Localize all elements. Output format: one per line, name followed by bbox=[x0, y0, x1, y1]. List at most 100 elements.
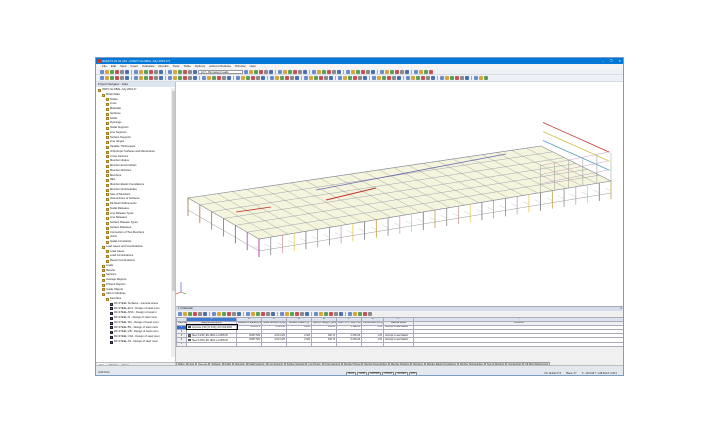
toolbar-icon-button[interactable] bbox=[327, 69, 331, 74]
toolbar-icon-button[interactable] bbox=[115, 76, 119, 80]
toolbar-icon-button[interactable] bbox=[382, 76, 386, 80]
toolbar-icon-button[interactable] bbox=[168, 69, 172, 74]
toolbar-icon-button[interactable] bbox=[173, 76, 177, 80]
toolbar-icon-button[interactable] bbox=[290, 76, 294, 80]
toolbar-icon-button[interactable] bbox=[317, 69, 321, 74]
status-toggle-snap[interactable]: SNAP bbox=[346, 371, 357, 375]
toolbar-icon-button[interactable] bbox=[380, 69, 384, 74]
toolbar-icon-button[interactable] bbox=[144, 76, 148, 80]
toolbar-icon-button[interactable] bbox=[314, 312, 318, 316]
toolbar-icon-button[interactable] bbox=[366, 69, 370, 74]
toolbar-icon-button[interactable] bbox=[387, 76, 391, 80]
cell-w[interactable] bbox=[311, 341, 337, 347]
toolbar-icon-button[interactable] bbox=[236, 76, 240, 80]
toolbar-icon-button[interactable] bbox=[303, 69, 307, 74]
toolbar-icon-button[interactable] bbox=[283, 69, 287, 74]
toolbar-icon-button[interactable] bbox=[154, 76, 158, 80]
toolbar-icon-button[interactable] bbox=[348, 76, 352, 80]
cell-comment[interactable] bbox=[413, 341, 623, 347]
status-toggle-dxf[interactable]: DXF bbox=[408, 371, 418, 375]
toolbar-icon-button[interactable] bbox=[198, 312, 202, 316]
toolbar-icon-button[interactable] bbox=[371, 69, 375, 74]
toolbar-icon-button[interactable] bbox=[400, 69, 404, 74]
toolbar-icon-button[interactable] bbox=[280, 312, 284, 316]
toolbar-icon-button[interactable] bbox=[304, 76, 308, 80]
toolbar-icon-button[interactable] bbox=[445, 76, 449, 80]
toolbar-icon-button[interactable] bbox=[351, 69, 355, 74]
row-number[interactable]: 5 bbox=[176, 341, 187, 347]
cell-alpha[interactable] bbox=[336, 341, 362, 347]
toolbar-icon-button[interactable] bbox=[414, 69, 418, 74]
toolbar-icon-button[interactable] bbox=[266, 312, 270, 316]
toolbar-icon-button[interactable] bbox=[232, 312, 236, 316]
toolbar-icon-button[interactable] bbox=[222, 312, 226, 316]
toolbar-icon-button[interactable] bbox=[188, 312, 192, 316]
toolbar-icon-button[interactable] bbox=[275, 76, 279, 80]
toolbar-icon-button[interactable] bbox=[227, 312, 231, 316]
toolbar-icon-button[interactable] bbox=[390, 69, 394, 74]
toolbar-icon-button[interactable] bbox=[295, 312, 299, 316]
toolbar-icon-button[interactable] bbox=[372, 76, 376, 80]
toolbar-icon-button[interactable] bbox=[358, 76, 362, 80]
toolbar-icon-button[interactable] bbox=[246, 312, 250, 316]
toolbar-icon-button[interactable] bbox=[358, 312, 362, 316]
toolbar-icon-button[interactable] bbox=[353, 312, 357, 316]
toolbar-icon-button[interactable] bbox=[312, 69, 316, 74]
tree-item[interactable]: RF-STEEL AS - Design of steel mem bbox=[96, 340, 171, 345]
toolbar-icon-button[interactable] bbox=[285, 76, 289, 80]
toolbar-icon-button[interactable] bbox=[419, 69, 423, 74]
toolbar-icon-button[interactable] bbox=[259, 69, 263, 74]
cell-E[interactable] bbox=[236, 341, 262, 347]
toolbar-icon-button[interactable] bbox=[115, 69, 119, 74]
toolbar-icon-button[interactable] bbox=[173, 69, 177, 74]
toolbar-icon-button[interactable] bbox=[251, 312, 255, 316]
toolbar-icon-button[interactable] bbox=[424, 69, 428, 74]
toolbar-icon-button[interactable] bbox=[460, 76, 464, 80]
toolbar-icon-button[interactable] bbox=[429, 69, 433, 74]
toolbar-icon-button[interactable] bbox=[207, 76, 211, 80]
toolbar-icon-button[interactable] bbox=[421, 76, 425, 80]
toolbar-icon-button[interactable] bbox=[324, 312, 328, 316]
toolbar-icon-button[interactable] bbox=[120, 76, 124, 80]
toolbar-icon-button[interactable] bbox=[139, 76, 143, 80]
toolbar-icon-button[interactable] bbox=[309, 76, 313, 80]
toolbar-icon-button[interactable] bbox=[193, 69, 197, 74]
toolbar-icon-button[interactable] bbox=[322, 69, 326, 74]
toolbar-icon-button[interactable] bbox=[431, 76, 435, 80]
toolbar-icon-button[interactable] bbox=[329, 312, 333, 316]
toolbar-icon-button[interactable] bbox=[324, 76, 328, 80]
toolbar-icon-button[interactable] bbox=[295, 76, 299, 80]
toolbar-icon-button[interactable] bbox=[484, 76, 488, 80]
toolbar-icon-button[interactable] bbox=[411, 76, 415, 80]
toolbar-icon-button[interactable] bbox=[405, 69, 409, 74]
toolbar-icon-button[interactable] bbox=[100, 76, 104, 80]
toolbar-icon-button[interactable] bbox=[188, 69, 192, 74]
toolbar-icon-button[interactable] bbox=[193, 312, 197, 316]
toolbar-icon-button[interactable] bbox=[450, 76, 454, 80]
toolbar-icon-button[interactable] bbox=[105, 69, 109, 74]
toolbar-icon-button[interactable] bbox=[202, 76, 206, 80]
toolbar-icon-button[interactable] bbox=[353, 76, 357, 80]
table-close-button[interactable]: ✕ bbox=[620, 307, 622, 311]
toolbar-icon-button[interactable] bbox=[168, 76, 172, 80]
toolbar-icon-button[interactable] bbox=[319, 312, 323, 316]
toolbar-icon-button[interactable] bbox=[178, 312, 182, 316]
toolbar-icon-button[interactable] bbox=[395, 69, 399, 74]
toolbar-icon-button[interactable] bbox=[125, 69, 129, 74]
toolbar-icon-button[interactable] bbox=[288, 69, 292, 74]
toolbar-icon-button[interactable] bbox=[256, 312, 260, 316]
toolbar-icon-button[interactable] bbox=[246, 76, 250, 80]
cell-nu[interactable] bbox=[286, 341, 312, 347]
cell-desc[interactable] bbox=[186, 341, 237, 347]
toolbar-icon-button[interactable] bbox=[183, 312, 187, 316]
toolbar-icon-button[interactable] bbox=[212, 76, 216, 80]
toolbar-icon-button[interactable] bbox=[261, 312, 265, 316]
toolbar-icon-button[interactable] bbox=[134, 69, 138, 74]
toolbar-icon-button[interactable] bbox=[334, 312, 338, 316]
toolbar-icon-button[interactable] bbox=[183, 76, 187, 80]
toolbar-icon-button[interactable] bbox=[426, 76, 430, 80]
toolbar-icon-button[interactable] bbox=[314, 76, 318, 80]
toolbar-icon-button[interactable] bbox=[203, 312, 207, 316]
toolbar-icon-button[interactable] bbox=[144, 69, 148, 74]
load-case-dropdown[interactable]: LC7 - Permanent Loads bbox=[198, 69, 243, 74]
